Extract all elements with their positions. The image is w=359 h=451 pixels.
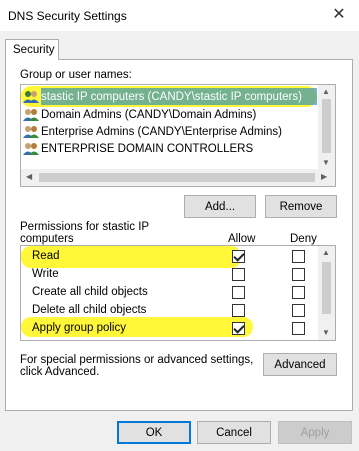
tab-security-label: Security	[13, 44, 55, 56]
permission-name: Apply group policy	[32, 322, 126, 334]
list-item-label: stastic IP computers (CANDY\stastic IP c…	[41, 90, 302, 103]
title-bar: DNS Security Settings ✕	[0, 0, 359, 31]
scrollbar-thumb[interactable]	[39, 173, 315, 182]
users-group-icon	[23, 142, 39, 156]
scroll-down-icon[interactable]: ▼	[322, 158, 330, 167]
allow-column-header: Allow	[228, 233, 256, 245]
tab-security[interactable]: Security	[5, 39, 59, 60]
add-button[interactable]: Add...	[184, 195, 256, 218]
scroll-left-icon[interactable]: ◀	[26, 172, 32, 181]
permission-name: Delete all child objects	[32, 304, 147, 316]
permissions-list[interactable]: Read Write Create all child objects Dele…	[20, 245, 336, 341]
permission-name: Read	[32, 250, 60, 262]
list-item-label: ENTERPRISE DOMAIN CONTROLLERS	[41, 142, 254, 155]
window-title: DNS Security Settings	[8, 9, 127, 23]
advanced-button[interactable]: Advanced	[263, 353, 337, 376]
permissions-label-line1: Permissions for stastic IP	[20, 221, 150, 233]
scroll-up-icon[interactable]: ▲	[322, 87, 330, 96]
group-user-list[interactable]: stastic IP computers (CANDY\stastic IP c…	[20, 84, 336, 187]
deny-checkbox-delete-child[interactable]	[292, 304, 305, 317]
deny-checkbox-read[interactable]	[292, 250, 305, 263]
allow-checkbox-apply-gp[interactable]	[232, 322, 245, 335]
deny-column-header: Deny	[290, 233, 317, 245]
group-list-horizontal-scrollbar[interactable]: ◀ ▶	[21, 169, 335, 186]
list-item-label: Enterprise Admins (CANDY\Enterprise Admi…	[41, 125, 282, 138]
permission-row-read: Read	[21, 247, 319, 267]
permission-name: Create all child objects	[32, 286, 148, 298]
permission-row-create-child: Create all child objects	[21, 283, 319, 303]
advanced-hint-line1: For special permissions or advanced sett…	[20, 354, 254, 366]
list-item-enterprise-admins[interactable]: Enterprise Admins (CANDY\Enterprise Admi…	[23, 123, 319, 140]
group-list-vertical-scrollbar[interactable]: ▲ ▼	[318, 85, 335, 170]
apply-button[interactable]: Apply	[278, 421, 352, 444]
allow-checkbox-write[interactable]	[232, 268, 245, 281]
list-item-label: Domain Admins (CANDY\Domain Admins)	[41, 108, 257, 121]
deny-checkbox-apply-gp[interactable]	[292, 322, 305, 335]
cancel-button[interactable]: Cancel	[197, 421, 271, 444]
allow-checkbox-create-child[interactable]	[232, 286, 245, 299]
remove-button[interactable]: Remove	[265, 195, 337, 218]
permissions-scrollbar[interactable]: ▲ ▼	[318, 246, 335, 340]
permission-row-write: Write	[21, 265, 319, 285]
list-item-enterprise-dc[interactable]: ENTERPRISE DOMAIN CONTROLLERS	[23, 140, 319, 157]
ok-button[interactable]: OK	[117, 421, 191, 444]
allow-checkbox-read[interactable]	[232, 250, 245, 263]
scrollbar-thumb[interactable]	[322, 262, 331, 314]
permissions-label-line2: computers	[20, 233, 74, 245]
scroll-up-icon[interactable]: ▲	[322, 248, 330, 257]
advanced-hint-line2: click Advanced.	[20, 366, 100, 378]
permission-name: Write	[32, 268, 59, 280]
users-group-icon	[23, 108, 39, 122]
list-item-stastic-ip[interactable]: stastic IP computers (CANDY\stastic IP c…	[23, 88, 317, 105]
list-item-domain-admins[interactable]: Domain Admins (CANDY\Domain Admins)	[23, 106, 319, 123]
users-group-icon	[23, 125, 39, 139]
allow-checkbox-delete-child[interactable]	[232, 304, 245, 317]
users-group-icon	[23, 90, 39, 104]
scrollbar-thumb[interactable]	[322, 99, 331, 153]
close-icon[interactable]: ✕	[329, 6, 349, 24]
scroll-right-icon[interactable]: ▶	[321, 172, 327, 181]
deny-checkbox-write[interactable]	[292, 268, 305, 281]
deny-checkbox-create-child[interactable]	[292, 286, 305, 299]
permission-row-delete-child: Delete all child objects	[21, 301, 319, 321]
group-list-label: Group or user names:	[20, 69, 132, 81]
scroll-down-icon[interactable]: ▼	[322, 328, 330, 337]
permission-row-apply-gp: Apply group policy	[21, 319, 319, 339]
